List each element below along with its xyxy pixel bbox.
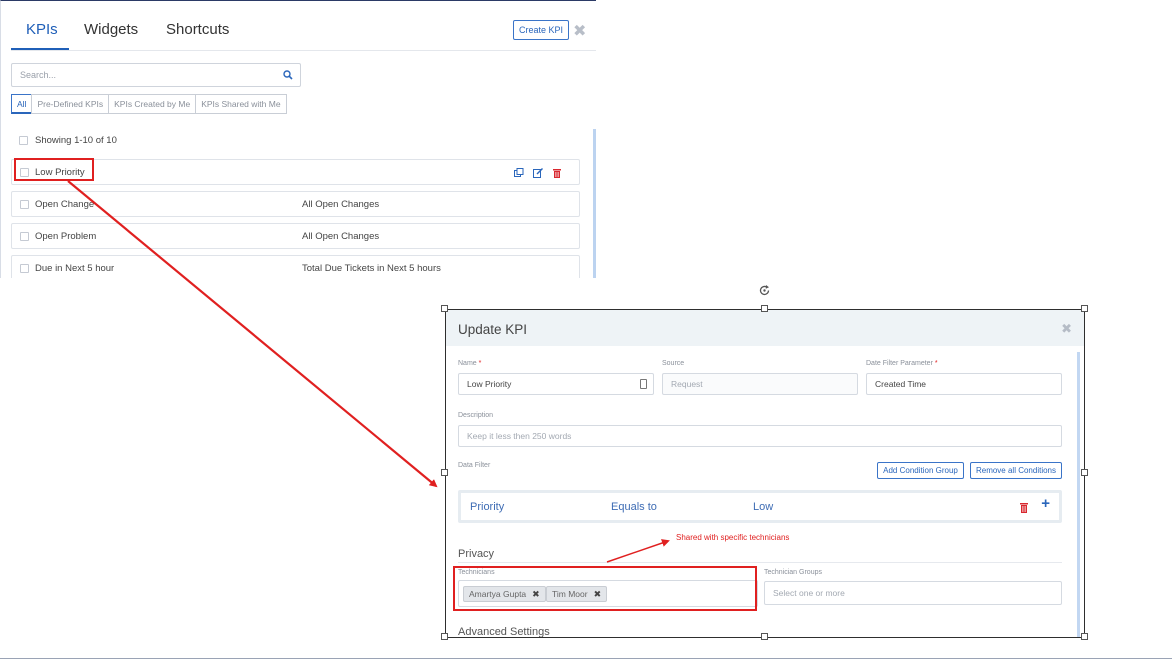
kpi-name[interactable]: Due in Next 5 hour (35, 263, 114, 274)
condition-field[interactable]: Priority (470, 501, 504, 513)
resize-handle[interactable] (761, 305, 768, 312)
active-tab-indicator (11, 48, 69, 50)
privacy-title: Privacy (458, 548, 495, 560)
name-field[interactable]: Low Priority (458, 373, 654, 395)
kpi-row[interactable]: Open Problem All Open Changes (11, 223, 580, 249)
kpi-description: All Open Changes (302, 231, 380, 242)
kpi-description: All Open Changes (302, 199, 380, 210)
highlight-box-low-priority (14, 158, 94, 181)
modal-title: Update KPI (458, 322, 528, 337)
rotate-handle-icon[interactable] (758, 284, 771, 297)
resize-handle[interactable] (441, 633, 448, 640)
advanced-settings-title[interactable]: Advanced Settings (458, 626, 550, 637)
filter-kpis-created-by-me[interactable]: KPIs Created by Me (108, 94, 197, 114)
condition-operator[interactable]: Equals to (611, 501, 657, 513)
filter-kpis-shared-with-me[interactable]: KPIs Shared with Me (195, 94, 287, 114)
resize-handle[interactable] (441, 469, 448, 476)
filter-all[interactable]: All (11, 94, 33, 114)
technician-groups-field[interactable]: Select one or more (764, 581, 1062, 605)
kpi-filter-group: All Pre-Defined KPIs KPIs Created by Me … (11, 94, 287, 114)
tab-bar: KPIs Widgets Shortcuts (11, 1, 596, 51)
delete-icon[interactable] (551, 166, 563, 178)
date-filter-value: Created Time (875, 379, 927, 389)
condition-value[interactable]: Low (753, 501, 773, 513)
modal-scrollbar[interactable] (1077, 352, 1080, 637)
resize-handle[interactable] (1081, 469, 1088, 476)
resize-handle[interactable] (761, 633, 768, 640)
search-box (11, 63, 301, 87)
name-label: Name * (458, 360, 482, 367)
resize-handle[interactable] (1081, 305, 1088, 312)
kpi-name[interactable]: Open Change (35, 199, 94, 210)
copy-icon[interactable] (513, 166, 525, 178)
highlight-box-technicians (453, 566, 757, 611)
privacy-divider (458, 562, 1062, 563)
description-label: Description (458, 412, 494, 419)
row-checkbox[interactable] (20, 200, 29, 209)
filter-predefined-kpis[interactable]: Pre-Defined KPIs (31, 94, 110, 114)
search-input[interactable] (20, 67, 270, 83)
close-icon[interactable]: ✖ (573, 21, 586, 41)
tab-shortcuts[interactable]: Shortcuts (166, 21, 229, 38)
tab-widgets[interactable]: Widgets (84, 21, 138, 38)
source-placeholder: Request (671, 379, 703, 389)
technician-groups-label: Technician Groups (764, 569, 822, 576)
data-filter-label: Data Filter (458, 462, 491, 469)
source-field[interactable]: Request (662, 373, 858, 395)
modal-header: Update KPI ✖ (446, 310, 1084, 346)
source-label: Source (662, 360, 685, 367)
add-condition-icon[interactable]: + (1041, 495, 1050, 512)
list-scrollbar[interactable] (593, 129, 596, 278)
resize-handle[interactable] (1081, 633, 1088, 640)
field-info-icon[interactable] (640, 379, 647, 389)
close-icon[interactable]: ✖ (1061, 321, 1072, 337)
kpi-row[interactable]: Low Priority (11, 159, 580, 185)
date-filter-select[interactable]: Created Time (866, 373, 1062, 395)
technician-groups-placeholder: Select one or more (773, 588, 845, 598)
row-checkbox[interactable] (20, 264, 29, 273)
kpi-list-panel: KPIs Widgets Shortcuts Create KPI ✖ All … (0, 0, 596, 278)
description-field[interactable]: Keep it less then 250 words (458, 425, 1062, 447)
search-icon[interactable] (283, 70, 293, 80)
kpi-description: Total Due Tickets in Next 5 hours (302, 263, 441, 274)
description-placeholder: Keep it less then 250 words (467, 431, 572, 441)
date-filter-label: Date Filter Parameter * (866, 360, 938, 367)
kpi-row[interactable]: Open Change All Open Changes (11, 191, 580, 217)
remove-all-conditions-button[interactable]: Remove all Conditions (970, 462, 1062, 479)
edit-icon[interactable] (532, 166, 544, 178)
select-all-checkbox[interactable] (19, 136, 28, 145)
showing-row: Showing 1-10 of 10 (19, 135, 117, 146)
tab-kpis[interactable]: KPIs (26, 21, 58, 38)
delete-icon[interactable] (1019, 501, 1029, 513)
add-condition-group-button[interactable]: Add Condition Group (877, 462, 964, 479)
row-checkbox[interactable] (20, 232, 29, 241)
showing-count: Showing 1-10 of 10 (35, 135, 117, 146)
screenshot-stage: KPIs Widgets Shortcuts Create KPI ✖ All … (0, 0, 1172, 659)
kpi-name[interactable]: Open Problem (35, 231, 96, 242)
condition-group: Priority Equals to Low + (458, 490, 1062, 523)
name-value: Low Priority (467, 379, 512, 389)
resize-handle[interactable] (441, 305, 448, 312)
annotation-text: Shared with specific technicians (676, 533, 790, 542)
kpi-row[interactable]: Due in Next 5 hour Total Due Tickets in … (11, 255, 580, 278)
row-actions (513, 166, 563, 178)
create-kpi-button[interactable]: Create KPI (513, 20, 569, 40)
